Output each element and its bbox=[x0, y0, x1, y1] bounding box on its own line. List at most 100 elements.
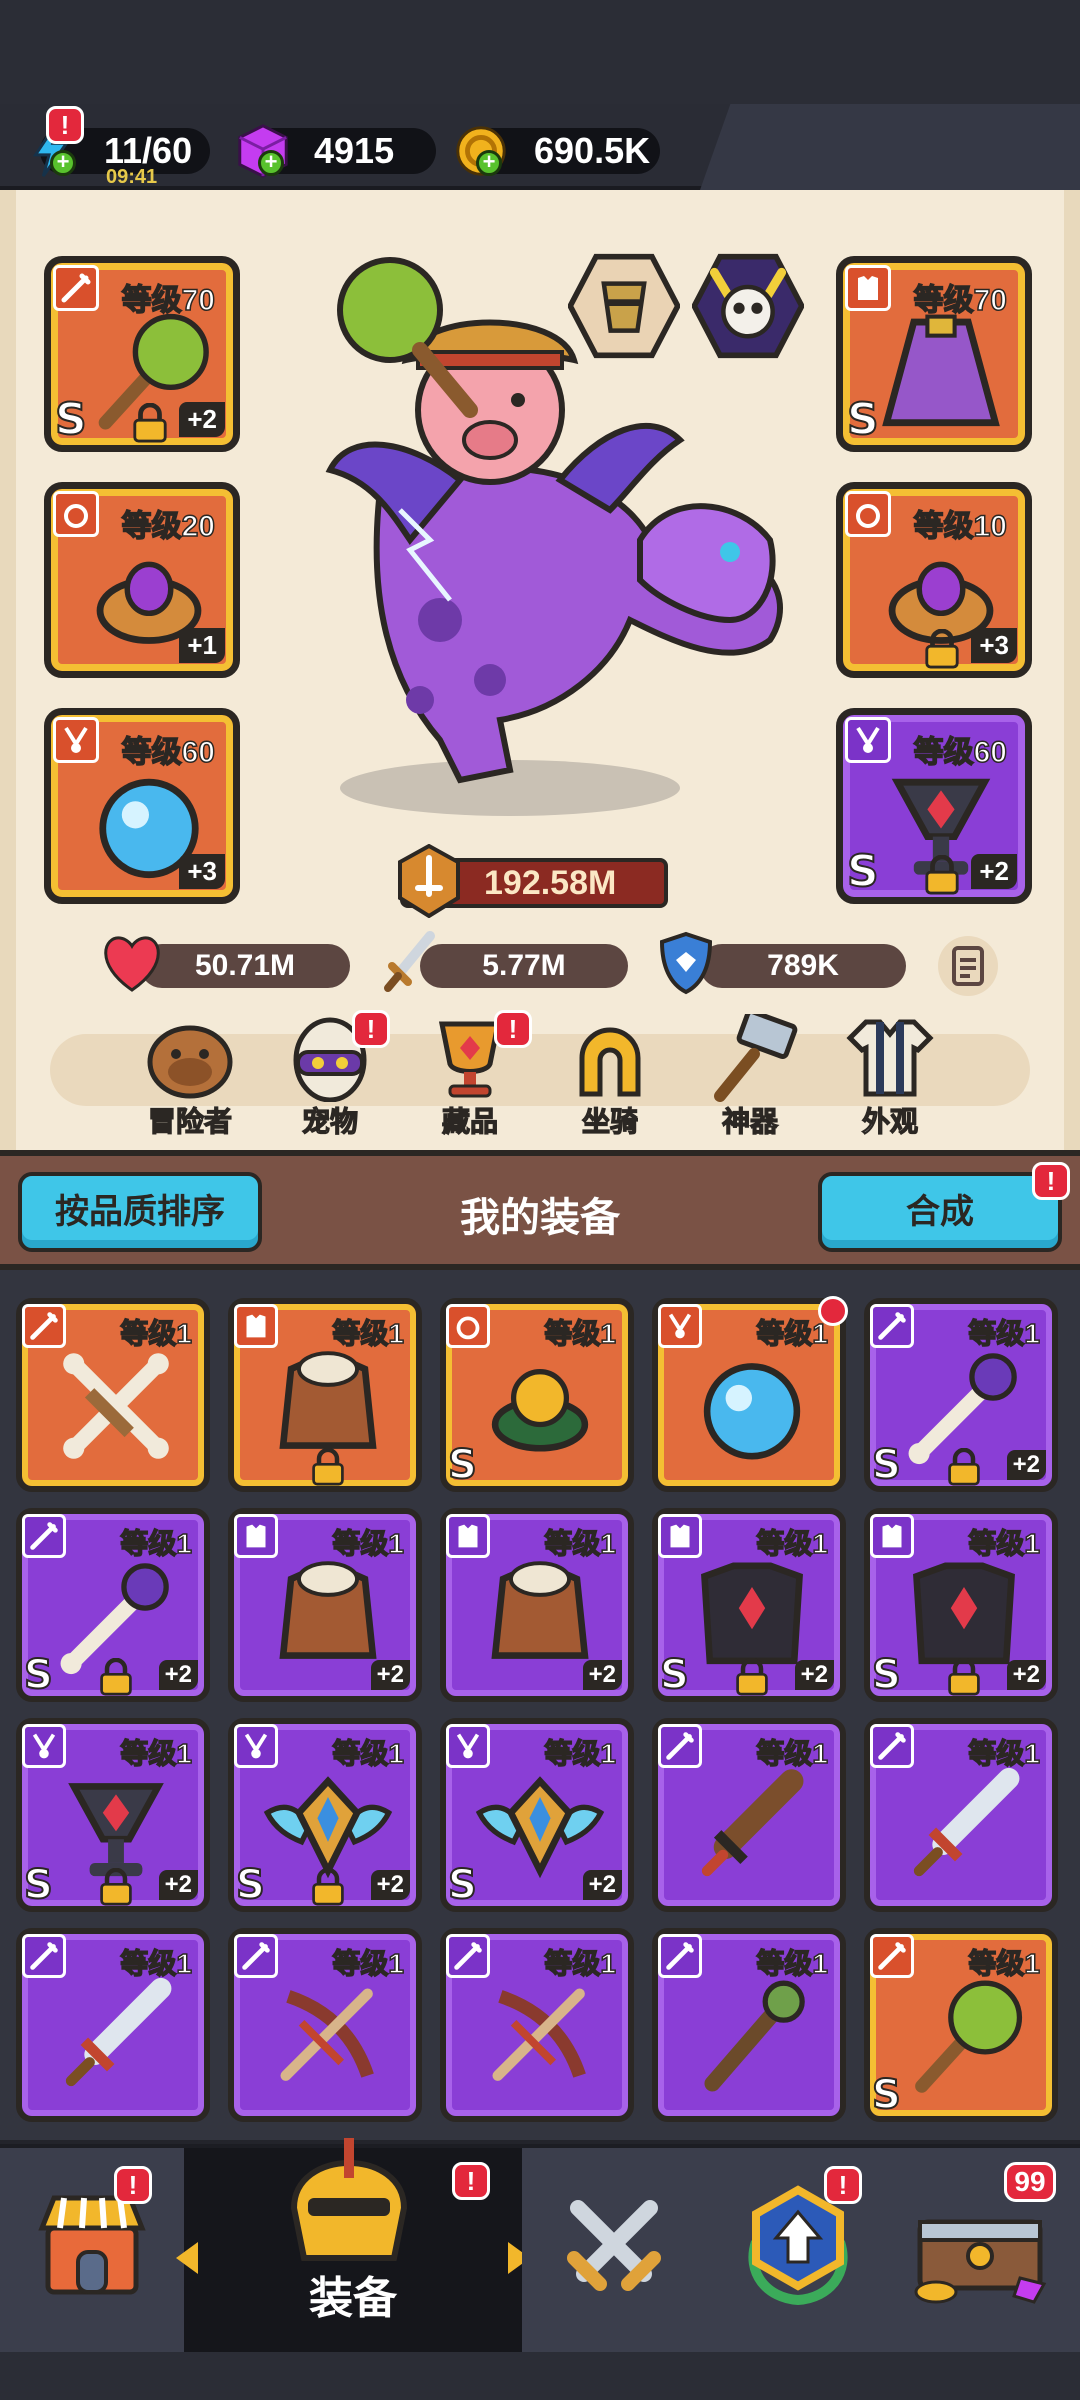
nav-collection[interactable]: ! 藏品 bbox=[410, 1010, 532, 1140]
purple-cape-icon bbox=[882, 314, 1000, 427]
nav-pets-label: 宠物 bbox=[301, 1105, 358, 1137]
amber-ring-icon bbox=[491, 1369, 589, 1452]
tab-equipment[interactable]: 装备 ! bbox=[176, 2138, 530, 2352]
tab-upgrade[interactable]: ! bbox=[706, 2144, 890, 2352]
inventory-item[interactable]: 等级1 bbox=[652, 1296, 848, 1492]
enhance-level: +2 bbox=[971, 854, 1017, 889]
add-energy-icon[interactable]: + bbox=[50, 150, 76, 176]
attack-stat: 5.77M bbox=[420, 944, 628, 988]
steel-sword-icon bbox=[65, 1977, 172, 2087]
enhance-level: +2 bbox=[794, 1660, 834, 1690]
new-item-dot bbox=[818, 1296, 848, 1326]
inventory-item[interactable]: 等级1 S +2 bbox=[16, 1718, 210, 1912]
tab-battle[interactable] bbox=[522, 2144, 706, 2352]
lock-icon bbox=[925, 629, 959, 669]
enhance-level: +2 bbox=[582, 1870, 622, 1900]
equipment-alert-badge: ! bbox=[452, 2162, 490, 2200]
system-status-bar bbox=[0, 0, 1080, 104]
inventory-item[interactable]: 等级1 bbox=[228, 1928, 422, 2122]
equipped-slot-necklace-left[interactable]: 等级60 +3 bbox=[44, 708, 240, 904]
equipment-title: 我的装备 bbox=[460, 1196, 620, 1240]
nav-mount[interactable]: 坐骑 bbox=[550, 1010, 670, 1140]
inventory-item[interactable]: 等级1 S +2 bbox=[864, 1298, 1058, 1492]
chest-count-badge: 99 bbox=[1004, 2162, 1056, 2202]
inventory-item[interactable]: 等级1 bbox=[16, 1298, 210, 1492]
shop-icon bbox=[38, 2195, 146, 2295]
add-gems-icon[interactable]: + bbox=[258, 150, 284, 176]
grade-badge: S bbox=[54, 393, 88, 446]
heart-icon bbox=[104, 936, 160, 992]
grade-badge: S bbox=[23, 1861, 54, 1909]
coin-value: 690.5K bbox=[534, 130, 651, 171]
equipped-slot-ring-left[interactable]: 等级20 +1 bbox=[44, 482, 240, 678]
pets-alert-badge: ! bbox=[352, 1010, 390, 1048]
lock-icon bbox=[925, 855, 959, 895]
inventory-item[interactable]: 等级1 bbox=[864, 1718, 1058, 1912]
inventory-item[interactable]: 等级1 S bbox=[864, 1928, 1058, 2122]
inventory-item[interactable]: 等级1 bbox=[440, 1928, 634, 2122]
lock-icon bbox=[736, 1658, 768, 1696]
lock-icon bbox=[100, 1868, 132, 1906]
sword-icon bbox=[384, 931, 435, 992]
inventory-item[interactable]: 等级1 bbox=[652, 1718, 846, 1912]
equipped-slot-weapon[interactable]: 等级70 S +2 bbox=[44, 256, 240, 452]
inventory-item[interactable]: 等级1 bbox=[16, 1928, 210, 2122]
skull-pet-icon[interactable] bbox=[692, 250, 804, 362]
add-coins-icon[interactable]: + bbox=[476, 150, 502, 176]
nav-adventurer-label: 冒险者 bbox=[147, 1105, 232, 1137]
lock-icon bbox=[133, 403, 167, 443]
merge-button[interactable]: 合成 bbox=[818, 1172, 1062, 1252]
enhance-level: +3 bbox=[971, 628, 1017, 663]
nav-artifact[interactable]: 神器 bbox=[690, 1010, 810, 1140]
tab-equipment-label: 装备 bbox=[309, 2274, 397, 2323]
crossed-swords-icon bbox=[567, 2200, 661, 2291]
grade-badge: S bbox=[23, 1651, 54, 1699]
tab-shop[interactable]: ! bbox=[0, 2144, 184, 2352]
inventory-item[interactable]: 等级1 S bbox=[440, 1298, 634, 1492]
inventory-item[interactable]: 等级1 S +2 bbox=[16, 1508, 210, 1702]
nav-appearance[interactable]: 外观 bbox=[830, 1010, 950, 1140]
inventory-item[interactable]: 等级1 bbox=[652, 1928, 846, 2122]
inventory-item[interactable]: 等级1 bbox=[228, 1298, 422, 1492]
defense-stat: 789K bbox=[700, 944, 906, 988]
tab-chest[interactable]: 99 bbox=[890, 2144, 1080, 2352]
inventory-item[interactable]: 等级1 +2 bbox=[440, 1508, 634, 1702]
equipped-slot-necklace-right[interactable]: 等级60 S +2 bbox=[836, 708, 1032, 904]
inventory-item[interactable]: 等级1 +2 bbox=[228, 1508, 422, 1702]
enhance-level: +1 bbox=[179, 628, 225, 663]
inventory-item[interactable]: 等级1 S +2 bbox=[440, 1718, 634, 1912]
details-list-icon[interactable] bbox=[936, 934, 1000, 998]
crossed-bones-icon bbox=[63, 1353, 169, 1459]
enhance-level: +2 bbox=[158, 1660, 198, 1690]
sort-by-quality-button[interactable]: 按品质排序 bbox=[18, 1172, 262, 1252]
lock-icon bbox=[948, 1448, 980, 1486]
knight-pet-icon[interactable] bbox=[568, 250, 680, 362]
nav-appearance-label: 外观 bbox=[861, 1105, 918, 1137]
nav-mount-label: 坐骑 bbox=[581, 1105, 638, 1137]
grade-badge: S bbox=[447, 1441, 478, 1489]
nav-artifact-label: 神器 bbox=[721, 1105, 778, 1137]
inventory-item[interactable]: 等级1 S +2 bbox=[652, 1508, 846, 1702]
lock-icon bbox=[312, 1868, 344, 1906]
enhance-level: +2 bbox=[179, 402, 225, 437]
inventory-item[interactable]: 等级1 S +2 bbox=[228, 1718, 422, 1912]
energy-timer: 09:41 bbox=[106, 166, 158, 188]
nav-adventurer[interactable]: 冒险者 bbox=[130, 1010, 250, 1140]
grade-badge: S bbox=[235, 1861, 266, 1909]
crossbow-icon bbox=[492, 1988, 586, 2081]
equipped-slot-armor[interactable]: 等级70 S bbox=[836, 256, 1032, 452]
grade-badge: S bbox=[871, 2071, 902, 2119]
power-sword-icon bbox=[398, 844, 460, 918]
hp-value: 50.71M bbox=[194, 949, 296, 982]
equipped-slot-ring-right[interactable]: 等级10 +3 bbox=[836, 482, 1032, 678]
enhance-level: +2 bbox=[1006, 1660, 1046, 1690]
nav-pets[interactable]: ! 宠物 bbox=[270, 1010, 390, 1140]
shield-icon bbox=[659, 931, 713, 995]
treasure-chest-icon bbox=[914, 2219, 1047, 2304]
steel-sword-icon bbox=[913, 1767, 1020, 1877]
inventory-item[interactable]: 等级1 S +2 bbox=[864, 1508, 1058, 1702]
hp-stat: 50.71M bbox=[140, 944, 350, 988]
alert-badge: ! bbox=[46, 106, 84, 144]
enhance-level: +2 bbox=[370, 1870, 410, 1900]
defense-value: 789K bbox=[767, 949, 839, 982]
